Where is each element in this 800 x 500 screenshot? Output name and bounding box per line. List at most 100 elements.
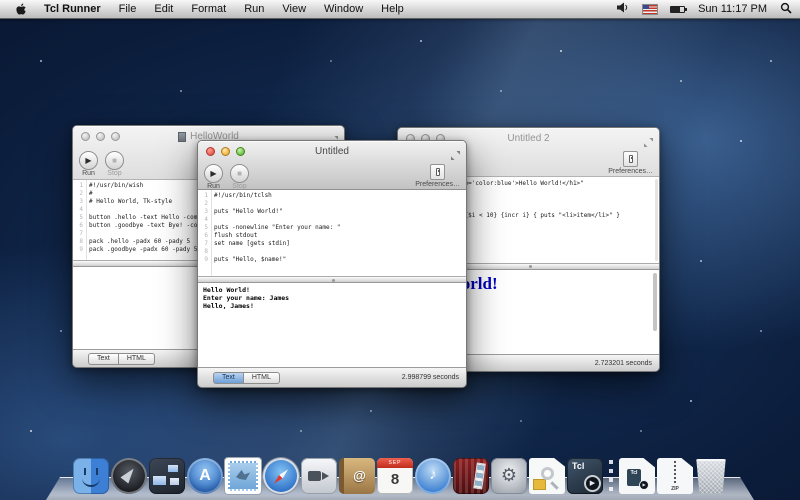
stop-label: Stop [105,170,124,177]
code-scrollbar[interactable] [655,179,658,261]
stop-label: Stop [230,183,249,190]
dock-zip-archive-icon[interactable]: ZIP [657,458,693,494]
dock-package-viewer-icon[interactable] [529,458,565,494]
html-view-button[interactable]: HTML [244,372,280,384]
minimize-button[interactable] [96,132,105,141]
input-language-flag-icon[interactable] [643,5,657,14]
stop-button[interactable]: ■ Stop [105,151,124,177]
zoom-button[interactable] [111,132,120,141]
dock-mail-icon[interactable] [225,458,261,494]
minimize-button[interactable] [221,147,230,156]
menu-bar-clock[interactable]: Sun 11:17 PM [698,3,767,15]
line-number: 7 [73,230,83,238]
output-scrollbar[interactable] [653,273,657,331]
code-editor[interactable]: 1#!/usr/bin/tclsh 2 3puts "Hello World!"… [198,190,466,276]
dock-facetime-icon[interactable] [301,458,337,494]
menu-help[interactable]: Help [372,3,413,15]
code-text: puts "Hello, $name!" [208,256,286,264]
fullscreen-icon[interactable] [644,134,653,143]
line-number: 7 [198,240,208,248]
text-view-button[interactable]: Text [88,353,119,365]
html-view-button[interactable]: HTML [119,353,155,365]
menu-view[interactable]: View [273,3,315,15]
output-line: Hello, James! [203,302,461,310]
document-proxy-icon [178,132,186,142]
line-number: 9 [198,256,208,264]
preferences-button[interactable]: Preferences… [608,151,653,175]
menu-edit[interactable]: Edit [145,3,182,15]
stop-icon: ■ [230,164,249,183]
preferences-label: Preferences… [415,181,460,188]
menu-run[interactable]: Run [235,3,273,15]
run-label: Run [79,170,98,177]
tcl-label: Tcl [572,461,584,471]
splitter-dimple [332,279,335,282]
dock-safari-icon[interactable] [263,458,299,494]
toolbar: ▶ Run ■ Stop Preferences… [198,162,466,189]
dock-ical-icon[interactable]: SEP 8 [377,458,413,494]
code-line: 6flush stdout [198,232,466,240]
menu-window[interactable]: Window [315,3,372,15]
dock-system-preferences-icon[interactable]: ⚙ [491,458,527,494]
app-menu[interactable]: Tcl Runner [35,3,110,15]
code-text: # Hello World, Tk-style [83,198,172,206]
run-button[interactable]: ▶ Run [204,164,223,190]
window-title-text: Untitled 2 [507,133,549,144]
play-badge-icon: ▶ [584,475,601,492]
code-text [208,248,214,256]
calendar-month: SEP [377,458,413,468]
line-number: 1 [198,192,208,200]
run-button[interactable]: ▶ Run [79,151,98,177]
output-line: Enter your name: James [203,294,461,302]
dock-finder-icon[interactable] [73,458,109,494]
compass-needle-icon [272,467,290,485]
code-text: puts "Hello World!" [208,208,283,216]
preferences-icon [430,164,445,180]
zoom-button[interactable] [236,147,245,156]
code-line: 2 [198,200,466,208]
text-view-button[interactable]: Text [213,372,244,384]
package-icon [533,479,546,490]
apple-icon [16,3,27,16]
apple-menu[interactable] [8,3,35,16]
dock-tcl-document-icon[interactable]: Tcl ▶ [619,458,655,494]
menu-file[interactable]: File [110,3,146,15]
preferences-button[interactable]: Preferences… [415,164,460,188]
run-label: Run [204,183,223,190]
close-button[interactable] [81,132,90,141]
dock-tcl-runner-icon[interactable]: Tcl ▶ [567,458,603,494]
dock-mission-control-icon[interactable] [149,458,185,494]
dock-launchpad-icon[interactable] [111,458,147,494]
dock-itunes-icon[interactable]: ♪ [415,458,451,494]
code-line: 8 [198,248,466,256]
play-icon: ▶ [204,164,223,183]
bottom-bar: Text HTML 2.998799 seconds [198,367,466,387]
code-text: # [83,190,93,198]
play-icon: ▶ [79,151,98,170]
close-button[interactable] [206,147,215,156]
splitter-handle[interactable] [198,276,466,283]
stop-button[interactable]: ■ Stop [230,164,249,190]
title-bar[interactable]: Untitled [198,141,466,162]
output-line: Hello World! [203,286,461,294]
code-line: 5puts -nonewline "Enter your name: " [198,224,466,232]
battery-icon[interactable] [670,6,685,13]
code-text [208,216,214,224]
code-text [83,206,89,214]
menu-format[interactable]: Format [182,3,235,15]
dock-address-book-icon[interactable]: @ [339,458,375,494]
code-line: 7set name [gets stdin] [198,240,466,248]
fullscreen-icon[interactable] [451,147,460,156]
volume-icon[interactable] [617,2,630,16]
code-text: pack .goodbye -padx 60 -pady 5 [83,246,197,254]
spotlight-icon[interactable] [780,2,792,17]
stamp-icon [228,461,258,491]
output-area[interactable]: Hello World! Enter your name: James Hell… [198,283,466,367]
zip-label: ZIP [657,486,693,492]
view-mode-segmented-control: Text HTML [88,353,155,365]
dock-trash-icon[interactable] [695,459,727,494]
dock-photo-booth-icon[interactable] [453,458,489,494]
elapsed-time: 2.998799 seconds [402,374,459,381]
line-number: 9 [73,246,83,254]
dock-app-store-icon[interactable]: A [187,458,223,494]
